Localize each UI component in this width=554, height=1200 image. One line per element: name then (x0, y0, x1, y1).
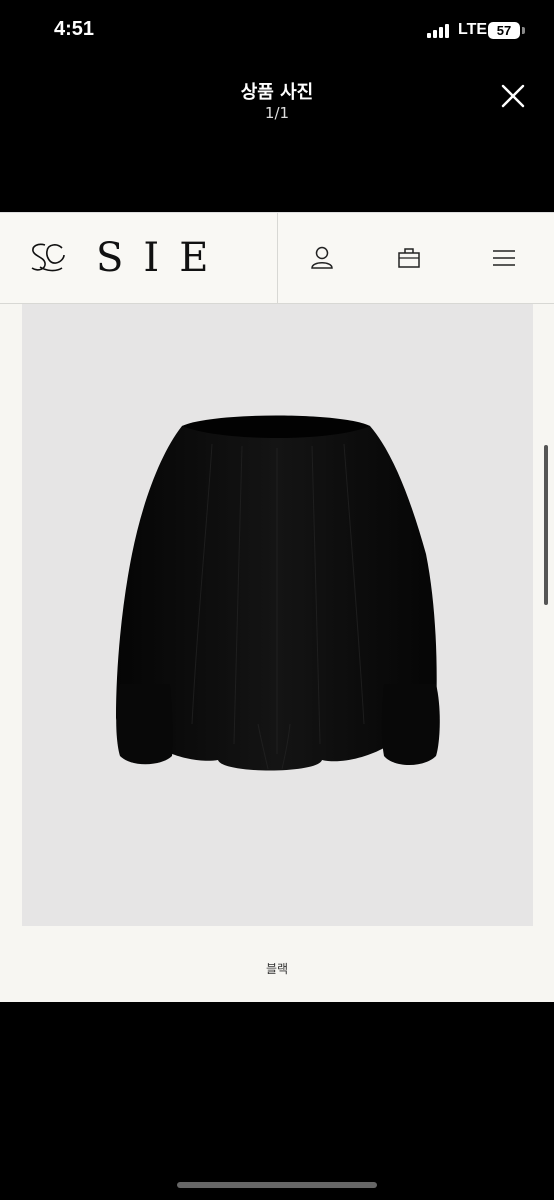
brand-logo-icon[interactable] (26, 237, 68, 279)
menu-icon (493, 250, 515, 266)
image-counter: 1/1 (264, 104, 290, 122)
battery-icon: 57 (488, 22, 520, 39)
viewer-header: 상품 사진 1/1 (0, 62, 554, 212)
home-indicator[interactable] (177, 1182, 377, 1188)
viewer-title: 상품 사진 (240, 82, 314, 103)
menu-button[interactable] (489, 243, 519, 273)
scrollbar[interactable] (544, 445, 548, 605)
user-icon (311, 246, 333, 269)
close-button[interactable] (497, 80, 529, 112)
brand-logo-text[interactable]: SIE (96, 235, 228, 281)
product-photo[interactable] (22, 304, 533, 926)
cart-button[interactable] (394, 243, 424, 273)
header-divider (277, 213, 278, 303)
signal-icon (427, 24, 451, 38)
battery-cap (522, 27, 525, 34)
close-icon (501, 84, 525, 108)
product-image-page: SIE 블랙 (0, 212, 554, 1002)
site-header: SIE (0, 212, 554, 304)
bag-icon (398, 248, 420, 268)
account-button[interactable] (307, 243, 337, 273)
network-type: LTE (458, 21, 488, 38)
blouse-image (116, 415, 440, 771)
status-bar: 4:51 LTE 57 (0, 0, 554, 62)
status-time: 4:51 (54, 18, 95, 40)
product-color-caption: 블랙 (265, 962, 289, 976)
